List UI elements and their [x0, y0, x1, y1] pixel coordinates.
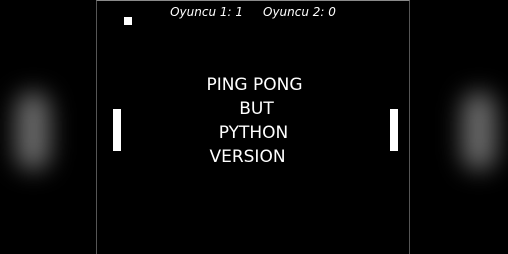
blurred-background-left [16, 92, 50, 170]
player1-score: Oyuncu 1: 1 [170, 5, 243, 19]
game-window[interactable]: Oyuncu 1: 1 Oyuncu 2: 0 PING PONG BUT PYT… [96, 0, 410, 254]
scoreboard: Oyuncu 1: 1 Oyuncu 2: 0 [97, 5, 409, 19]
title-line-2: BUT [239, 99, 274, 119]
title-line-4: VERSION [209, 147, 286, 167]
title-line-3: PYTHON [218, 123, 289, 143]
player2-score: Oyuncu 2: 0 [263, 5, 336, 19]
title-line-1: PING PONG [206, 75, 303, 95]
ball [124, 17, 132, 25]
left-paddle [113, 109, 121, 151]
right-paddle [390, 109, 398, 151]
title-banner: PING PONG BUT PYTHON VERSION [197, 73, 312, 169]
blurred-background-right [462, 92, 496, 170]
